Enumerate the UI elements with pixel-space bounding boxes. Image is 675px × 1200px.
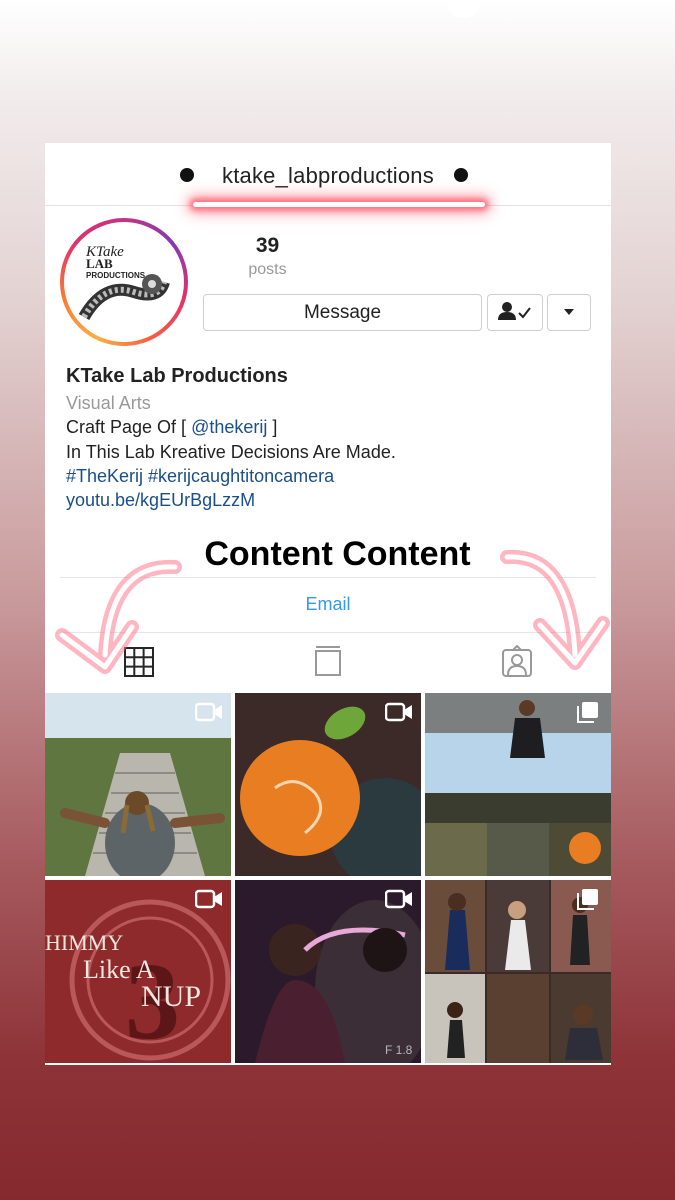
- profile-name: KTake Lab Productions: [66, 365, 288, 387]
- bio-prefix: Craft Page Of [: [66, 417, 192, 437]
- avatar-text-3: PRODUCTIONS: [86, 271, 146, 280]
- video-icon: [385, 889, 412, 909]
- post-tile[interactable]: [425, 693, 611, 876]
- avatar-ring[interactable]: KTake LAB PRODUCTIONS: [60, 218, 188, 346]
- person-check-icon: [498, 302, 531, 320]
- post-tile[interactable]: [425, 880, 611, 1063]
- bio-suffix: ]: [267, 417, 278, 437]
- message-button[interactable]: Message: [203, 294, 482, 331]
- tab-feed[interactable]: [311, 645, 345, 679]
- hashtag-links[interactable]: #TheKerij #kerijcaughtitoncamera: [66, 466, 334, 487]
- post-tile[interactable]: [45, 693, 231, 876]
- username-title: ktake_labproductions: [222, 163, 434, 188]
- carousel-icon: [577, 702, 598, 723]
- profile-category: Visual Arts: [66, 393, 151, 413]
- video-icon: [195, 889, 222, 909]
- website-link[interactable]: youtu.be/kgEUrBgLzzM: [66, 490, 255, 511]
- film-reel-icon: [78, 274, 170, 321]
- tile-corner-text: F 1.8: [385, 1043, 413, 1057]
- post-tile[interactable]: 3 HIMMY Like A NUP: [45, 880, 231, 1063]
- post-tile[interactable]: [235, 693, 421, 876]
- following-button[interactable]: [487, 294, 543, 331]
- video-icon: [195, 702, 222, 722]
- carousel-icon: [577, 889, 598, 910]
- avatar: KTake LAB PRODUCTIONS: [64, 222, 184, 342]
- post-grid: 3 HIMMY Like A NUP F 1.8: [45, 693, 611, 1063]
- mention-link[interactable]: @thekerij: [191, 417, 267, 437]
- tile-caption-3: NUP: [141, 980, 201, 1013]
- more-options-button[interactable]: [547, 294, 591, 331]
- posts-label: posts: [248, 261, 287, 278]
- posts-count[interactable]: 39: [240, 234, 295, 258]
- video-icon: [385, 702, 412, 722]
- avatar-text-2: LAB: [86, 256, 113, 271]
- bullet-right: [454, 168, 468, 182]
- bio-line-1: Craft Page Of [ @thekerij ]: [66, 417, 277, 438]
- post-tile[interactable]: F 1.8: [235, 880, 421, 1063]
- right-curved-arrow-icon: [500, 549, 610, 670]
- left-curved-arrow-icon: [55, 559, 182, 674]
- book-icon: [315, 646, 341, 676]
- status-blob: [449, 0, 479, 18]
- highlight-underline: [193, 202, 485, 207]
- profile-header: ktake_labproductions: [45, 143, 611, 206]
- tile-caption-1: HIMMY: [45, 930, 123, 955]
- bio-line-2: In This Lab Kreative Decisions Are Made.: [66, 442, 396, 462]
- chevron-down-icon: [564, 309, 574, 315]
